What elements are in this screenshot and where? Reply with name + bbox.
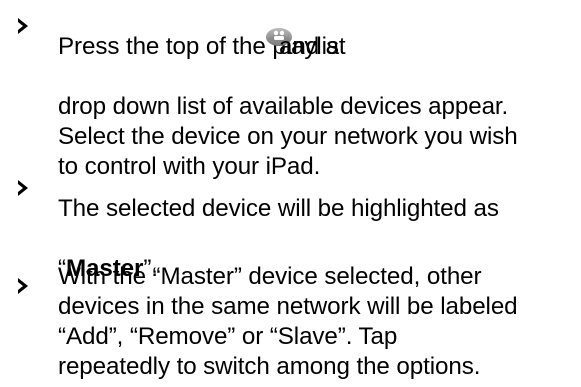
- right-arrow-bullet-icon: [16, 277, 30, 297]
- document-page: Press the top of the playlist and a drop…: [0, 0, 581, 387]
- bullet-text-3: With the “Master” device selected, other…: [58, 263, 518, 380]
- bullet-1-line1-after: and a: [279, 33, 340, 60]
- right-arrow-bullet-icon: [16, 17, 30, 37]
- bullet-2-line1: The selected device will be highlighted …: [58, 195, 499, 222]
- right-arrow-bullet-icon: [16, 179, 30, 199]
